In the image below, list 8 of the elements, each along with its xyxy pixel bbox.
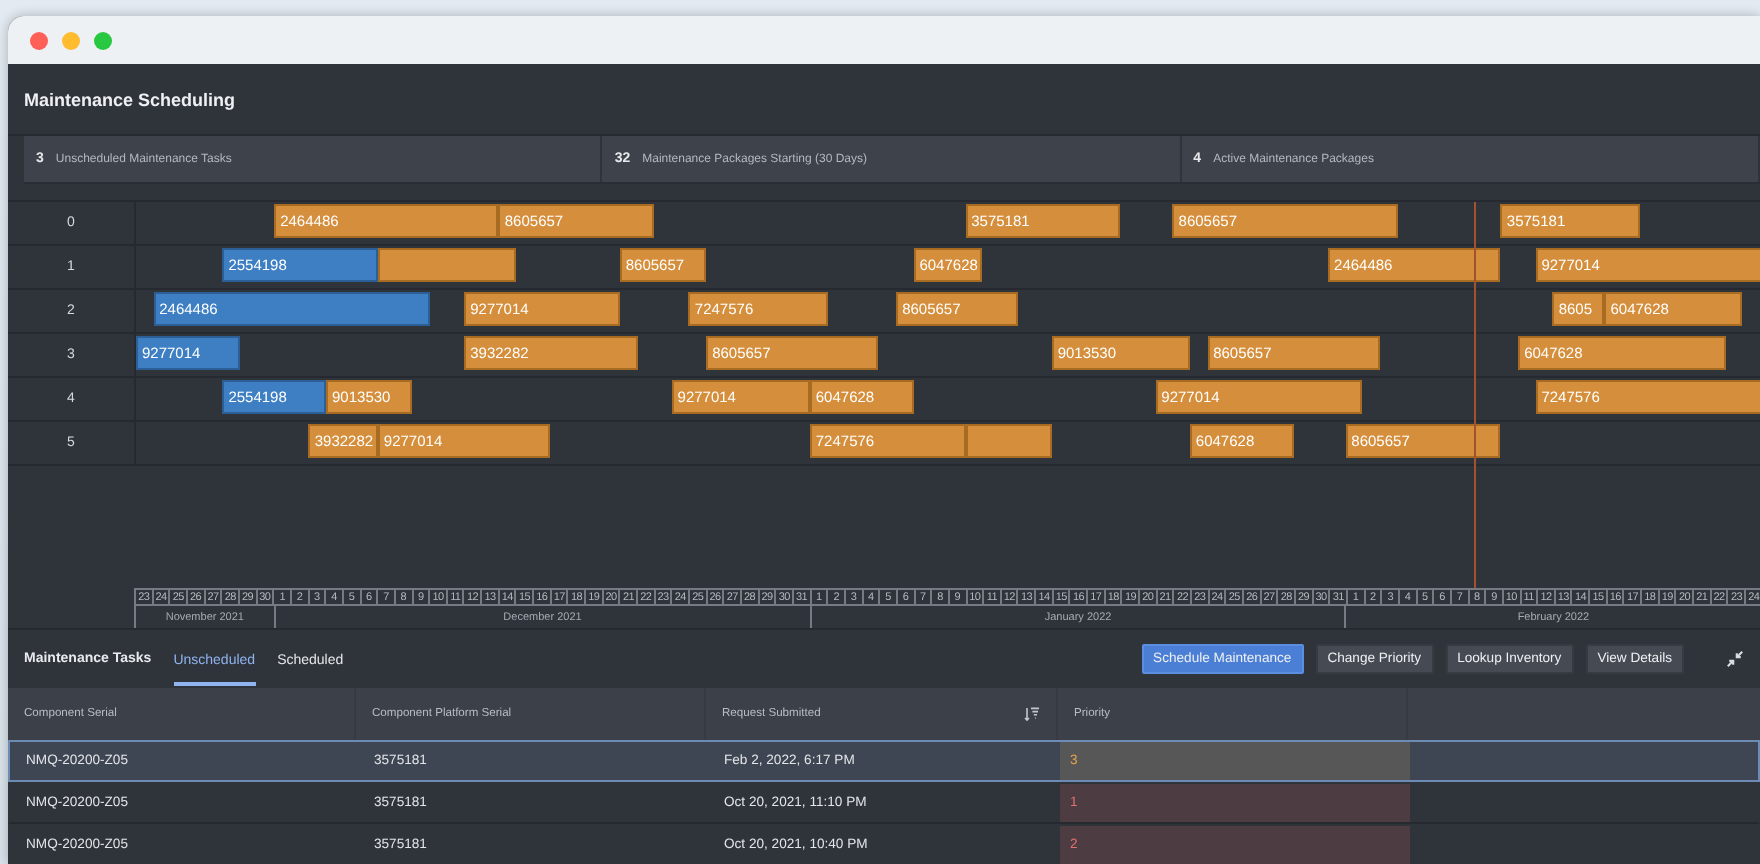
close-icon[interactable] (30, 31, 48, 49)
page-title: Maintenance Scheduling (24, 89, 236, 109)
minimize-icon[interactable] (62, 31, 80, 49)
maximize-icon[interactable] (94, 31, 112, 49)
gantt-bar[interactable] (377, 248, 517, 282)
collapse-icon[interactable] (1726, 650, 1744, 668)
sort-icon[interactable] (1024, 706, 1040, 722)
gantt-bar[interactable] (965, 424, 1052, 458)
